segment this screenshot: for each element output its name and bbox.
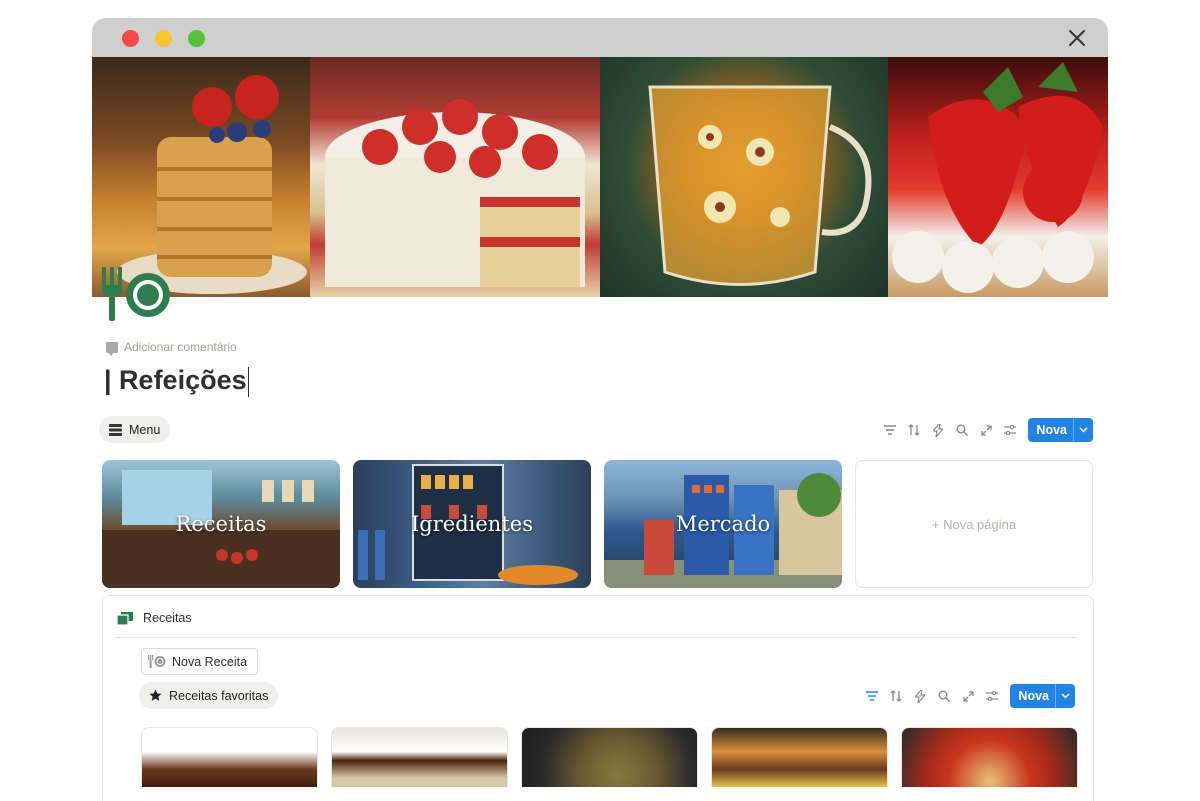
favorites-view-tab[interactable]: Receitas favoritas	[139, 682, 279, 709]
settings-sliders-icon[interactable]	[980, 684, 1004, 708]
gallery-card-caption: Receitas	[175, 512, 267, 536]
recipe-card-pizza[interactable]	[901, 727, 1078, 787]
gallery-card-receitas[interactable]: Receitas	[102, 460, 340, 588]
comment-icon	[106, 341, 118, 356]
fork-plate-icon[interactable]	[100, 265, 172, 323]
expand-icon[interactable]	[974, 418, 998, 442]
minimize-window-dot[interactable]	[155, 30, 172, 47]
page-title-text: | Refeições	[104, 365, 247, 395]
gallery-view: Receitas Igredientes Mercado + Nova pági…	[102, 460, 1093, 588]
page-title[interactable]: | Refeições	[104, 365, 249, 397]
gallery-card-caption: Mercado	[675, 512, 771, 536]
favorites-view-label: Receitas favoritas	[169, 688, 269, 703]
chevron-down-icon[interactable]	[1073, 418, 1093, 442]
new-button[interactable]: Nova	[1010, 684, 1075, 708]
recipe-card-burger[interactable]	[711, 727, 888, 787]
divider	[115, 637, 1077, 638]
gallery-card-igredientes[interactable]: Igredientes	[353, 460, 591, 588]
new-button-label: Nova	[1018, 689, 1049, 703]
sort-icon[interactable]	[902, 418, 926, 442]
window-titlebar	[92, 18, 1108, 57]
database-header[interactable]: Receitas	[117, 611, 192, 625]
cover-strawberry-tart-image	[888, 57, 1108, 297]
chevron-down-icon[interactable]	[1055, 684, 1075, 708]
menu-view-label: Menu	[129, 422, 161, 437]
stack-icon	[109, 423, 122, 436]
linked-database-icon	[117, 611, 133, 625]
recipe-card-chocolate-dessert[interactable]	[141, 727, 318, 787]
menu-view-tab[interactable]: Menu	[99, 416, 171, 443]
cover-tea-image	[600, 57, 888, 297]
cover-pancakes-image	[92, 57, 310, 297]
add-comment-button[interactable]: Adicionar comentário	[106, 340, 237, 356]
sort-icon[interactable]	[884, 684, 908, 708]
add-comment-label: Adicionar comentário	[124, 340, 237, 354]
gallery-card-caption: Igredientes	[411, 512, 533, 536]
star-icon	[149, 689, 162, 701]
recipe-card-cheesecake[interactable]	[331, 727, 508, 787]
new-page-label: + Nova página	[931, 516, 1017, 532]
filter-icon[interactable]	[878, 418, 902, 442]
cover-cake-image	[310, 57, 600, 297]
search-icon[interactable]	[932, 684, 956, 708]
app-window: Adicionar comentário | Refeições Menu No…	[92, 18, 1108, 801]
recipe-gallery	[141, 727, 1078, 787]
page-toolbar: Nova	[878, 418, 1093, 442]
maximize-window-dot[interactable]	[188, 30, 205, 47]
automation-bolt-icon[interactable]	[908, 684, 932, 708]
recipe-card-roasted-chickpeas[interactable]	[521, 727, 698, 787]
fork-plate-icon	[148, 655, 166, 668]
new-recipe-label: Nova Receita	[172, 654, 248, 669]
filter-icon[interactable]	[860, 684, 884, 708]
recipes-database: Receitas Nova Receita Receitas favoritas	[102, 595, 1094, 801]
expand-icon[interactable]	[956, 684, 980, 708]
automation-bolt-icon[interactable]	[926, 418, 950, 442]
database-title: Receitas	[143, 611, 192, 625]
page-cover	[92, 57, 1108, 297]
gallery-card-mercado[interactable]: Mercado	[604, 460, 842, 588]
search-icon[interactable]	[950, 418, 974, 442]
new-button[interactable]: Nova	[1028, 418, 1093, 442]
new-button-label: Nova	[1036, 423, 1067, 437]
new-recipe-button[interactable]: Nova Receita	[141, 648, 259, 675]
database-toolbar: Nova	[860, 684, 1075, 708]
settings-sliders-icon[interactable]	[998, 418, 1022, 442]
close-window-dot[interactable]	[122, 30, 139, 47]
text-cursor	[247, 366, 249, 397]
gallery-new-page-button[interactable]: + Nova página	[855, 460, 1093, 588]
close-icon[interactable]	[1066, 27, 1088, 49]
